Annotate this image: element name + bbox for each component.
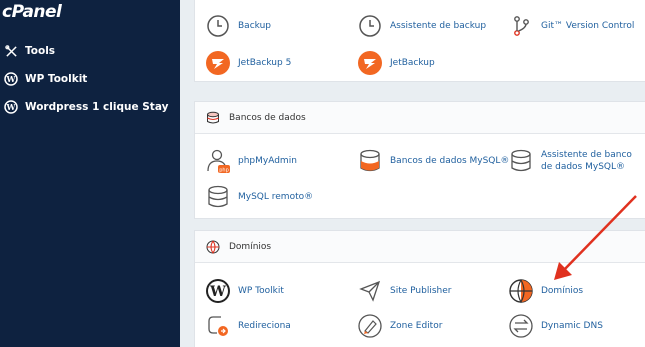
globe-icon xyxy=(205,239,221,255)
database-icon xyxy=(508,148,534,174)
sidebar-item-wordpress-1-clique[interactable]: W Wordpress 1 clique Stay xyxy=(4,98,168,116)
tool-zone-editor[interactable]: Zone Editor xyxy=(357,313,442,339)
zone-editor-icon xyxy=(357,313,383,339)
database-icon xyxy=(357,148,383,174)
clock-icon xyxy=(357,13,383,39)
tool-wp-toolkit[interactable]: W WP Toolkit xyxy=(205,278,284,304)
cpanel-logo[interactable]: cPanel xyxy=(2,2,62,22)
tool-backup[interactable]: Backup xyxy=(205,13,271,39)
tool-jetbackup-5[interactable]: JetBackup 5 xyxy=(205,50,291,76)
tool-backup-wizard[interactable]: Assistente de backup xyxy=(357,13,486,39)
dynamic-dns-icon xyxy=(508,313,534,339)
tool-label: Dynamic DNS xyxy=(541,321,603,331)
domains-card: Domínios W WP Toolkit Site Publisher Dom… xyxy=(194,230,645,347)
tool-label: Assistente de banco de dados MySQL® xyxy=(541,150,632,172)
tool-redirects[interactable]: Redireciona xyxy=(205,313,291,339)
phpmyadmin-icon: php xyxy=(205,148,231,174)
tool-label: Zone Editor xyxy=(390,321,443,331)
tool-label: phpMyAdmin xyxy=(238,156,297,166)
jetbackup-icon xyxy=(205,50,231,76)
tool-jetbackup[interactable]: JetBackup xyxy=(357,50,435,76)
tool-label: Git™ Version Control xyxy=(541,21,635,31)
database-icon xyxy=(205,110,221,126)
tool-label: Backup xyxy=(238,21,271,31)
jetbackup-icon xyxy=(357,50,383,76)
tool-label: Bancos de dados MySQL® xyxy=(390,156,510,166)
sidebar-item-label: Wordpress 1 clique Stay xyxy=(25,101,169,113)
databases-header[interactable]: Bancos de dados xyxy=(195,102,645,134)
tool-label: Assistente de backup xyxy=(390,21,487,31)
tool-git-version-control[interactable]: Git™ Version Control xyxy=(508,13,634,39)
files-card: Backup Assistente de backup Git™ Version… xyxy=(194,0,645,82)
globe-icon xyxy=(508,278,534,304)
tool-label: Site Publisher xyxy=(390,286,452,296)
section-title: Bancos de dados xyxy=(229,112,306,123)
tool-domains[interactable]: Domínios xyxy=(508,278,583,304)
tool-label: MySQL remoto® xyxy=(238,192,314,202)
tool-label: Domínios xyxy=(541,286,584,296)
tool-label: Redireciona xyxy=(238,321,291,331)
sidebar-item-tools[interactable]: Tools xyxy=(4,42,55,60)
database-icon xyxy=(205,184,231,210)
sidebar-item-label: Tools xyxy=(25,45,56,57)
wordpress-icon: W xyxy=(4,72,18,86)
tool-dynamic-dns[interactable]: Dynamic DNS xyxy=(508,313,603,339)
tool-remote-mysql[interactable]: MySQL remoto® xyxy=(205,184,313,210)
tool-mysql-database-wizard[interactable]: Assistente de banco de dados MySQL® xyxy=(508,148,645,174)
redirect-icon xyxy=(205,313,231,339)
tool-label: JetBackup 5 xyxy=(238,58,292,68)
paper-plane-icon xyxy=(357,278,383,304)
section-title: Domínios xyxy=(229,241,272,252)
svg-text:W: W xyxy=(6,102,17,112)
svg-text:W: W xyxy=(6,74,17,84)
tool-label: JetBackup xyxy=(390,58,435,68)
git-branch-icon xyxy=(508,13,534,39)
wordpress-icon: W xyxy=(4,100,18,114)
svg-text:W: W xyxy=(209,284,226,300)
wordpress-icon: W xyxy=(205,278,231,304)
tool-site-publisher[interactable]: Site Publisher xyxy=(357,278,451,304)
domains-header[interactable]: Domínios xyxy=(195,231,645,263)
sidebar-item-label: WP Toolkit xyxy=(25,73,88,85)
databases-card: Bancos de dados php phpMyAdmin Bancos de… xyxy=(194,101,645,219)
tool-mysql-databases[interactable]: Bancos de dados MySQL® xyxy=(357,148,509,174)
tool-label: WP Toolkit xyxy=(238,286,284,296)
tool-phpmyadmin[interactable]: php phpMyAdmin xyxy=(205,148,297,174)
tools-icon xyxy=(4,44,18,58)
sidebar: cPanel Tools W WP Toolkit W Wordpress 1 … xyxy=(0,0,180,347)
sidebar-item-wp-toolkit[interactable]: W WP Toolkit xyxy=(4,70,87,88)
main-content: Backup Assistente de backup Git™ Version… xyxy=(180,0,645,347)
svg-text:php: php xyxy=(219,168,229,174)
clock-icon xyxy=(205,13,231,39)
